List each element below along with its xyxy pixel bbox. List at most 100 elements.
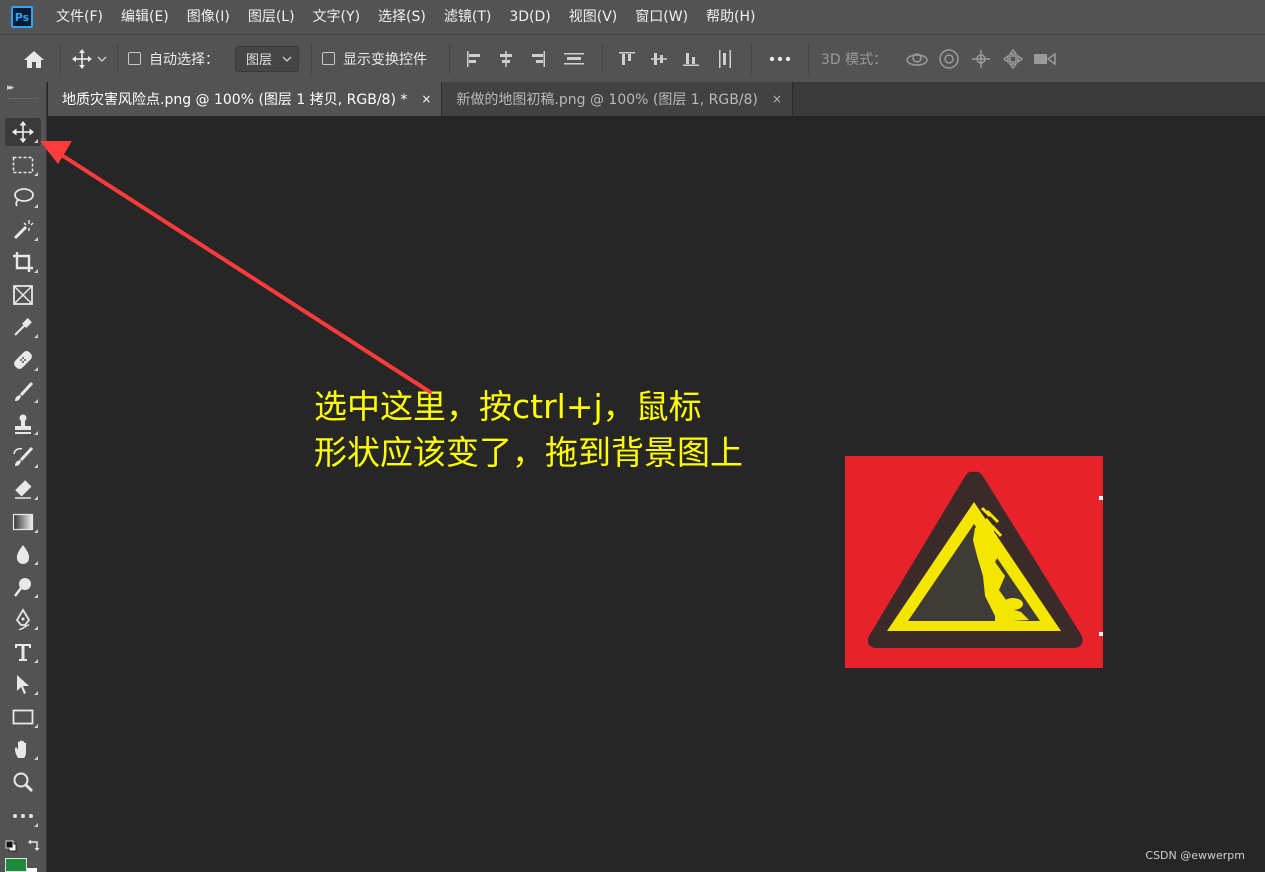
watermark: CSDN @ewwerpm	[1145, 849, 1245, 862]
align-top-edges-icon[interactable]	[611, 44, 643, 74]
home-icon[interactable]	[16, 44, 52, 74]
background-color-swatch[interactable]	[27, 868, 37, 872]
document-tab-bar: 地质灾害风险点.png @ 100% (图层 1 拷贝, RGB/8) * × …	[48, 82, 1265, 116]
panel-grip[interactable]	[8, 98, 38, 101]
foreground-color-swatch[interactable]	[5, 858, 27, 872]
camera-3d-icon[interactable]	[1029, 44, 1061, 74]
annotation-line-2: 形状应该变了，拖到背景图上	[314, 433, 743, 472]
swap-colors-icon[interactable]	[27, 837, 41, 851]
history-brush-tool-button[interactable]	[5, 443, 41, 471]
rectangular-marquee-icon	[12, 156, 34, 174]
orbit-3d-icon[interactable]	[901, 44, 933, 74]
history-brush-icon	[13, 446, 34, 466]
tab-title: 新做的地图初稿.png @ 100% (图层 1, RGB/8)	[456, 92, 758, 108]
menu-3d[interactable]: 3D(D)	[500, 0, 559, 34]
rectangle-tool-button[interactable]	[5, 703, 41, 731]
hand-tool-button[interactable]	[5, 735, 41, 763]
stamp-icon	[15, 414, 31, 434]
tab-title: 地质灾害风险点.png @ 100% (图层 1 拷贝, RGB/8) *	[62, 92, 408, 108]
menu-view[interactable]: 视图(V)	[560, 0, 627, 34]
separator	[751, 43, 752, 74]
menu-help[interactable]: 帮助(H)	[697, 0, 764, 34]
pen-icon	[15, 608, 31, 630]
path-selection-tool-button[interactable]	[5, 670, 41, 698]
menu-type[interactable]: 文字(Y)	[304, 0, 369, 34]
menu-filter[interactable]: 滤镜(T)	[435, 0, 500, 34]
eyedropper-tool-button[interactable]	[5, 313, 41, 341]
annotation-line-1: 选中这里，按ctrl+j，鼠标	[314, 387, 702, 426]
eraser-tool-button[interactable]	[5, 475, 41, 503]
type-tool-button[interactable]	[5, 638, 41, 666]
brush-icon	[15, 381, 34, 401]
tools-panel: ▸▸	[0, 82, 47, 872]
eraser-icon	[15, 480, 32, 499]
annotation-text: 选中这里，按ctrl+j，鼠标 形状应该变了，拖到背景图上	[314, 384, 743, 476]
document-canvas[interactable]: 选中这里，按ctrl+j，鼠标 形状应该变了，拖到背景图上 CSDN @ewwe…	[48, 116, 1265, 872]
auto-select-target-dropdown[interactable]: 图层	[235, 45, 299, 72]
gradient-icon	[12, 513, 34, 531]
drag-3d-icon[interactable]	[965, 44, 997, 74]
healing-brush-tool-button[interactable]	[5, 346, 41, 374]
3d-mode-label: 3D 模式：	[821, 51, 888, 68]
menu-image[interactable]: 图像(I)	[178, 0, 239, 34]
lasso-icon	[14, 188, 34, 207]
brush-tool-button[interactable]	[5, 378, 41, 406]
menu-edit[interactable]: 编辑(E)	[112, 0, 178, 34]
gradient-tool-button[interactable]	[5, 508, 41, 536]
align-vertical-centers-icon[interactable]	[643, 44, 675, 74]
falling-rock-warning-sign-image[interactable]	[845, 456, 1103, 668]
align-bottom-edges-icon[interactable]	[675, 44, 707, 74]
separator	[449, 43, 450, 74]
auto-select-checkbox[interactable]	[128, 52, 141, 65]
hand-icon	[15, 740, 26, 758]
align-left-edges-icon[interactable]	[458, 44, 490, 74]
align-right-edges-icon[interactable]	[522, 44, 554, 74]
move-tool-button[interactable]	[5, 118, 41, 146]
photoshop-logo[interactable]: Ps	[11, 6, 33, 28]
magnifier-icon	[13, 772, 33, 792]
default-colors-icon[interactable]	[5, 837, 17, 852]
more-tools-icon	[13, 814, 33, 818]
dodge-icon	[14, 578, 31, 597]
move-icon	[12, 121, 34, 143]
clone-stamp-tool-button[interactable]	[5, 410, 41, 438]
separator	[808, 43, 809, 74]
show-transform-label: 显示变换控件	[343, 51, 427, 68]
crop-icon	[13, 252, 33, 272]
distribute-vertical-icon[interactable]	[554, 44, 594, 74]
frame-tool-button[interactable]	[5, 281, 41, 309]
options-bar: 自动选择： 图层 显示变换控件 3D 模式：	[0, 34, 1265, 82]
pen-tool-button[interactable]	[5, 605, 41, 633]
collapse-panel-icon[interactable]: ▸▸	[7, 83, 14, 93]
menu-file[interactable]: 文件(F)	[47, 0, 112, 34]
distribute-horizontal-icon[interactable]	[707, 44, 743, 74]
align-horizontal-centers-icon[interactable]	[490, 44, 522, 74]
dodge-tool-button[interactable]	[5, 573, 41, 601]
more-options-icon[interactable]	[760, 44, 800, 74]
crop-tool-button[interactable]	[5, 248, 41, 276]
menu-bar: Ps 文件(F) 编辑(E) 图像(I) 图层(L) 文字(Y) 选择(S) 滤…	[0, 0, 1265, 34]
frame-icon	[13, 285, 33, 305]
blur-tool-button[interactable]	[5, 540, 41, 568]
zoom-tool-button[interactable]	[5, 768, 41, 796]
menu-window[interactable]: 窗口(W)	[626, 0, 697, 34]
eyedropper-icon	[14, 318, 32, 336]
roll-3d-icon[interactable]	[933, 44, 965, 74]
marquee-tool-button[interactable]	[5, 151, 41, 179]
slide-3d-icon[interactable]	[997, 44, 1029, 74]
lasso-tool-button[interactable]	[5, 183, 41, 211]
show-transform-checkbox[interactable]	[322, 52, 335, 65]
tab-document-active[interactable]: 地质灾害风险点.png @ 100% (图层 1 拷贝, RGB/8) * ×	[48, 82, 443, 116]
move-icon[interactable]	[69, 44, 95, 74]
close-icon[interactable]: ×	[421, 92, 431, 106]
edit-toolbar-button[interactable]	[5, 802, 41, 830]
menu-layer[interactable]: 图层(L)	[239, 0, 304, 34]
auto-select-label: 自动选择：	[149, 51, 219, 68]
tab-document-inactive[interactable]: 新做的地图初稿.png @ 100% (图层 1, RGB/8) ×	[442, 82, 793, 116]
menu-select[interactable]: 选择(S)	[369, 0, 435, 34]
chevron-down-icon[interactable]	[95, 44, 109, 74]
magic-wand-icon	[13, 220, 34, 240]
close-icon[interactable]: ×	[772, 92, 782, 106]
magic-wand-tool-button[interactable]	[5, 216, 41, 244]
separator	[60, 43, 61, 74]
